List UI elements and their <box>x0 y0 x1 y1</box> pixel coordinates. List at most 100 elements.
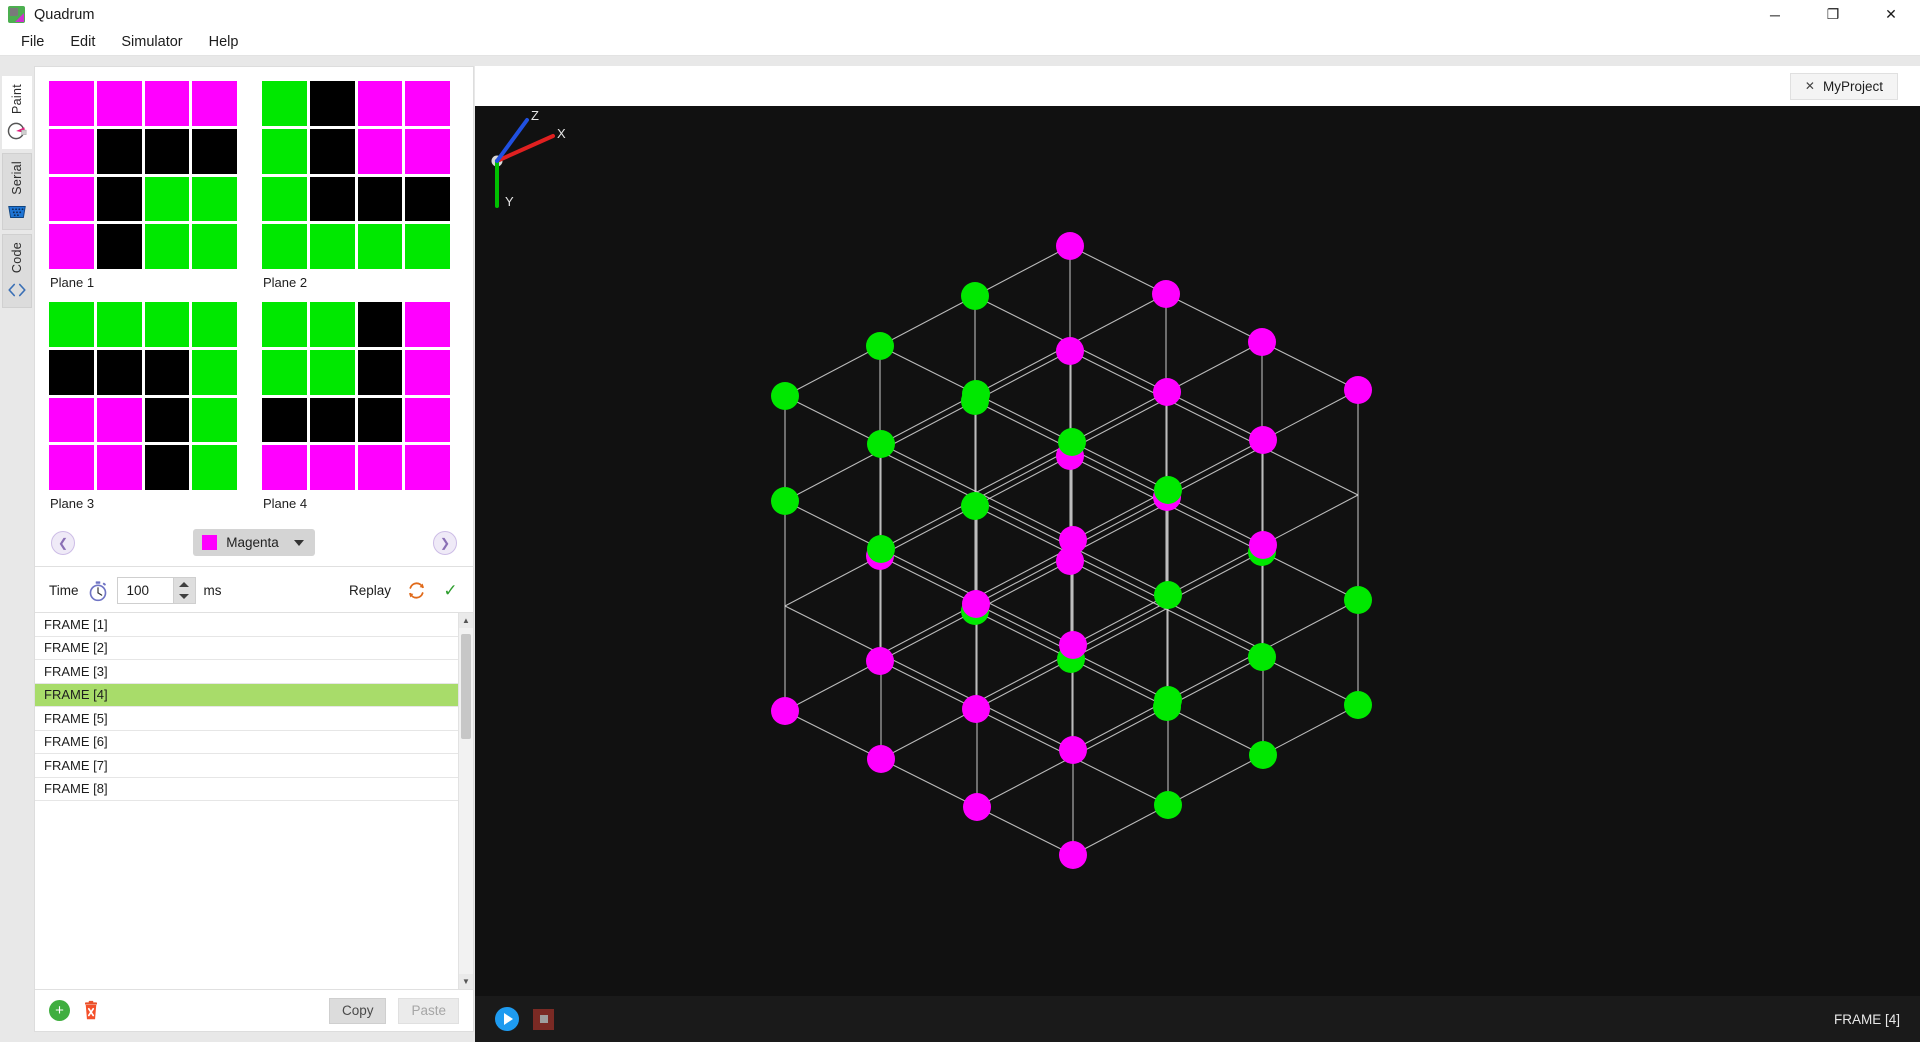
plane-cell[interactable] <box>145 81 190 126</box>
plane-cell[interactable] <box>310 129 355 174</box>
plane-cell[interactable] <box>192 224 237 269</box>
plane-cell[interactable] <box>145 302 190 347</box>
frame-list-item[interactable]: FRAME [1] <box>35 613 458 637</box>
time-stepper[interactable] <box>117 577 196 604</box>
copy-button[interactable]: Copy <box>329 998 387 1024</box>
plane-cell[interactable] <box>97 129 142 174</box>
trash-delete-icon[interactable] <box>82 1000 100 1022</box>
plane-cell[interactable] <box>145 129 190 174</box>
replay-enabled-checkbox[interactable]: ✓ <box>442 582 459 599</box>
plane-cell[interactable] <box>262 81 307 126</box>
time-input[interactable] <box>118 578 173 603</box>
plane-cell[interactable] <box>192 350 237 395</box>
menu-help[interactable]: Help <box>196 31 252 53</box>
sidebar-item-serial[interactable]: Serial <box>2 153 32 230</box>
plane-cell[interactable] <box>97 445 142 490</box>
plane-cell[interactable] <box>262 177 307 222</box>
plane-cell[interactable] <box>358 224 403 269</box>
close-button[interactable]: ✕ <box>1862 0 1920 29</box>
plane-cell[interactable] <box>405 350 450 395</box>
plane-grid-4[interactable] <box>262 302 450 490</box>
plane-cell[interactable] <box>262 129 307 174</box>
plane-cell[interactable] <box>97 302 142 347</box>
plane-cell[interactable] <box>49 129 94 174</box>
plane-cell[interactable] <box>192 302 237 347</box>
plane-cell[interactable] <box>405 398 450 443</box>
frame-list-item[interactable]: FRAME [3] <box>35 660 458 684</box>
plane-cell[interactable] <box>358 177 403 222</box>
plane-grid-1[interactable] <box>49 81 237 269</box>
minimize-button[interactable]: ─ <box>1746 0 1804 29</box>
plane-cell[interactable] <box>358 350 403 395</box>
plane-cell[interactable] <box>49 302 94 347</box>
plane-cell[interactable] <box>405 129 450 174</box>
frame-list-item[interactable]: FRAME [5] <box>35 707 458 731</box>
menu-edit[interactable]: Edit <box>57 31 108 53</box>
plane-cell[interactable] <box>405 224 450 269</box>
plane-grid-2[interactable] <box>262 81 450 269</box>
color-select-dropdown[interactable]: Magenta <box>193 529 315 556</box>
play-icon[interactable] <box>495 1007 519 1031</box>
plane-cell[interactable] <box>310 445 355 490</box>
plane-cell[interactable] <box>405 445 450 490</box>
plane-cell[interactable] <box>262 350 307 395</box>
sidebar-item-code[interactable]: Code <box>2 234 32 308</box>
chevron-left-icon[interactable]: ❮ <box>51 531 75 555</box>
plane-cell[interactable] <box>358 398 403 443</box>
close-x-icon[interactable]: ✕ <box>1805 79 1815 93</box>
plane-cell[interactable] <box>97 350 142 395</box>
plane-cell[interactable] <box>310 81 355 126</box>
caret-down-icon[interactable]: ▼ <box>459 974 473 989</box>
plane-cell[interactable] <box>97 177 142 222</box>
cube-3d-canvas[interactable]: X Y Z <box>475 106 1920 996</box>
plane-cell[interactable] <box>192 81 237 126</box>
caret-up-icon[interactable]: ▲ <box>459 613 473 628</box>
plane-cell[interactable] <box>310 398 355 443</box>
plane-cell[interactable] <box>49 445 94 490</box>
scrollbar-thumb[interactable] <box>461 634 471 739</box>
plane-cell[interactable] <box>262 445 307 490</box>
plane-cell[interactable] <box>145 398 190 443</box>
plane-cell[interactable] <box>97 398 142 443</box>
frame-list-item[interactable]: FRAME [2] <box>35 637 458 661</box>
loop-arrows-icon[interactable] <box>406 580 427 601</box>
plane-cell[interactable] <box>358 129 403 174</box>
plane-cell[interactable] <box>405 302 450 347</box>
plane-cell[interactable] <box>49 81 94 126</box>
plane-cell[interactable] <box>262 224 307 269</box>
plane-cell[interactable] <box>145 445 190 490</box>
frame-list-item[interactable]: FRAME [7] <box>35 754 458 778</box>
maximize-button[interactable]: ❐ <box>1804 0 1862 29</box>
plane-cell[interactable] <box>192 129 237 174</box>
plane-grid-3[interactable] <box>49 302 237 490</box>
plane-cell[interactable] <box>358 81 403 126</box>
menu-simulator[interactable]: Simulator <box>108 31 195 53</box>
plane-cell[interactable] <box>358 302 403 347</box>
project-tab[interactable]: ✕ MyProject <box>1790 73 1898 100</box>
plane-cell[interactable] <box>145 224 190 269</box>
plane-cell[interactable] <box>192 177 237 222</box>
plane-cell[interactable] <box>262 302 307 347</box>
plane-cell[interactable] <box>310 350 355 395</box>
plane-cell[interactable] <box>49 350 94 395</box>
stop-icon[interactable] <box>533 1009 554 1030</box>
add-plus-icon[interactable]: + <box>49 1000 70 1021</box>
frames-scrollbar[interactable]: ▲ ▼ <box>458 613 473 989</box>
plane-cell[interactable] <box>97 224 142 269</box>
frame-list-item[interactable]: FRAME [8] <box>35 778 458 802</box>
plane-cell[interactable] <box>49 224 94 269</box>
frame-list-item[interactable]: FRAME [6] <box>35 731 458 755</box>
plane-cell[interactable] <box>405 177 450 222</box>
plane-cell[interactable] <box>310 177 355 222</box>
menu-file[interactable]: File <box>8 31 57 53</box>
plane-cell[interactable] <box>405 81 450 126</box>
plane-cell[interactable] <box>145 350 190 395</box>
frame-list-item[interactable]: FRAME [4] <box>35 684 458 708</box>
plane-cell[interactable] <box>310 224 355 269</box>
plane-cell[interactable] <box>49 398 94 443</box>
plane-cell[interactable] <box>97 81 142 126</box>
plane-cell[interactable] <box>49 177 94 222</box>
plane-cell[interactable] <box>192 445 237 490</box>
chevron-right-icon[interactable]: ❯ <box>433 531 457 555</box>
stepper-up-button[interactable] <box>174 578 195 591</box>
